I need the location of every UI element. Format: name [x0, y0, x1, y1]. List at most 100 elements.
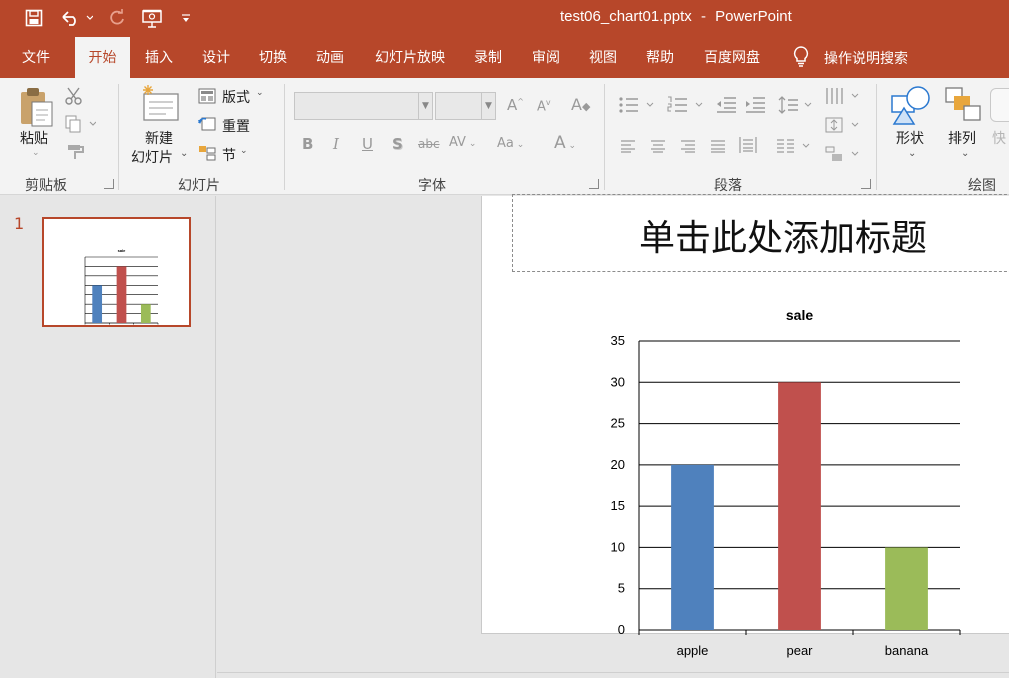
- new-slide-label-line2[interactable]: 幻灯片: [131, 147, 173, 167]
- tab-baidu-netdisk[interactable]: 百度网盘: [697, 37, 767, 78]
- paragraph-dialog-launcher-icon[interactable]: [861, 179, 871, 189]
- ribbon: 粘贴 ⌄ 剪贴板 新建 幻灯片 ⌄ 版式 ⌄ 重置 节 ⌄ 幻灯片 ▼ ▼ A^…: [0, 78, 1009, 195]
- paste-dropdown-icon[interactable]: ⌄: [32, 148, 40, 158]
- font-name-dropdown-icon[interactable]: ▼: [418, 93, 432, 119]
- bullets-icon[interactable]: [618, 96, 654, 118]
- drawing-group-label: 绘图: [968, 178, 996, 194]
- bar-banana: [140, 304, 151, 323]
- clipboard-dialog-launcher-icon[interactable]: [104, 179, 114, 189]
- layout-icon[interactable]: [198, 88, 216, 108]
- reset-button[interactable]: 重置: [222, 116, 250, 136]
- italic-icon[interactable]: I: [333, 135, 339, 153]
- distributed-icon[interactable]: [739, 136, 757, 158]
- shapes-button[interactable]: 形状: [896, 128, 924, 148]
- tab-slideshow[interactable]: 幻灯片放映: [366, 37, 454, 78]
- new-slide-dropdown-icon[interactable]: ⌄: [180, 148, 188, 159]
- customize-qat-icon[interactable]: [178, 6, 194, 30]
- align-right-icon[interactable]: [680, 138, 696, 157]
- title-bar: test06_chart01.pptx - PowerPoint: [0, 0, 1009, 37]
- align-center-icon[interactable]: [650, 138, 666, 157]
- strikethrough-icon[interactable]: abc: [418, 137, 440, 151]
- align-left-icon[interactable]: [620, 138, 636, 157]
- tab-record[interactable]: 录制: [466, 37, 510, 78]
- align-text-icon[interactable]: [824, 115, 860, 139]
- tell-me-label: 操作说明搜索: [824, 50, 908, 67]
- clear-formatting-icon[interactable]: A◆: [571, 95, 590, 114]
- y-tick-label: 25: [611, 416, 625, 431]
- section-button[interactable]: 节: [222, 145, 236, 165]
- section-dropdown-icon[interactable]: ⌄: [240, 146, 248, 156]
- arrange-dropdown-icon[interactable]: ⌄: [961, 148, 969, 159]
- font-size-combo[interactable]: ▼: [435, 92, 496, 120]
- change-case-icon[interactable]: Aa ⌄: [497, 136, 524, 151]
- arrange-button[interactable]: 排列: [948, 128, 976, 148]
- quick-styles-button[interactable]: 快: [992, 128, 1006, 148]
- increase-indent-icon[interactable]: [745, 96, 767, 118]
- line-spacing-icon[interactable]: [778, 96, 812, 118]
- font-color-icon[interactable]: A ⌄: [554, 133, 576, 153]
- tab-insert[interactable]: 插入: [137, 37, 181, 78]
- grow-font-icon[interactable]: A^: [507, 96, 524, 114]
- tab-transitions[interactable]: 切换: [251, 37, 295, 78]
- new-slide-label-line1[interactable]: 新建: [145, 128, 173, 148]
- tell-me-search[interactable]: 操作说明搜索: [792, 37, 908, 78]
- chart-title: sale: [786, 307, 813, 323]
- font-dialog-launcher-icon[interactable]: [589, 179, 599, 189]
- group-separator: [876, 84, 877, 190]
- shapes-dropdown-icon[interactable]: ⌄: [908, 148, 916, 159]
- font-name-combo[interactable]: ▼: [294, 92, 433, 120]
- slide-number: 1: [14, 214, 25, 233]
- character-spacing-icon[interactable]: AV ⌄: [449, 135, 476, 150]
- redo-icon[interactable]: [106, 6, 128, 30]
- tab-view[interactable]: 视图: [581, 37, 625, 78]
- arrange-icon[interactable]: [944, 86, 984, 130]
- reset-icon[interactable]: [198, 116, 216, 136]
- cut-icon[interactable]: [64, 86, 84, 110]
- clipboard-group-label: 剪贴板: [25, 178, 67, 194]
- numbering-icon[interactable]: [667, 96, 703, 118]
- tab-file[interactable]: 文件: [14, 37, 58, 78]
- undo-icon[interactable]: [58, 6, 94, 30]
- text-direction-icon[interactable]: [824, 86, 860, 110]
- new-slide-icon[interactable]: [140, 84, 182, 128]
- section-icon[interactable]: [198, 145, 216, 165]
- notes-splitter[interactable]: [217, 672, 1009, 678]
- paste-button[interactable]: 粘贴: [20, 128, 48, 148]
- decrease-indent-icon[interactable]: [716, 96, 738, 118]
- columns-icon[interactable]: [776, 138, 812, 158]
- layout-dropdown-icon[interactable]: ⌄: [256, 88, 264, 98]
- slide-thumbnail[interactable]: sale: [42, 217, 191, 327]
- tab-help[interactable]: 帮助: [638, 37, 682, 78]
- x-tick-label: pear: [786, 643, 813, 658]
- x-tick-label: apple: [677, 643, 709, 658]
- tab-review[interactable]: 审阅: [524, 37, 568, 78]
- font-size-dropdown-icon[interactable]: ▼: [481, 93, 495, 119]
- slide-thumbnail-pane: 1 sale: [0, 196, 216, 678]
- bar-chart[interactable]: sale 0 5 10 15 20 25 30 35 apple pear banana: [482, 196, 1009, 678]
- paste-icon[interactable]: [18, 86, 54, 130]
- title-separator: -: [700, 8, 706, 25]
- text-shadow-icon[interactable]: S: [392, 135, 403, 153]
- bar-pear: [778, 382, 821, 630]
- tab-animations[interactable]: 动画: [308, 37, 352, 78]
- y-tick-label: 30: [611, 374, 625, 389]
- layout-button[interactable]: 版式: [222, 87, 250, 107]
- tab-design[interactable]: 设计: [194, 37, 238, 78]
- convert-to-smartart-icon[interactable]: [824, 144, 860, 168]
- bar-banana: [885, 547, 928, 630]
- bold-icon[interactable]: B: [302, 135, 313, 153]
- copy-icon[interactable]: [64, 114, 97, 138]
- slide-canvas[interactable]: 单击此处添加标题 sale 0 5 10 15 20 25 30 35 apple pear bana…: [481, 194, 1009, 658]
- start-from-beginning-icon[interactable]: [140, 6, 164, 30]
- slides-group-label: 幻灯片: [178, 178, 220, 194]
- format-painter-icon[interactable]: [66, 142, 86, 166]
- y-tick-label: 10: [611, 539, 625, 554]
- shrink-font-icon[interactable]: Av: [537, 98, 551, 114]
- tab-home[interactable]: 开始: [75, 37, 130, 78]
- justify-icon[interactable]: [710, 138, 726, 157]
- bar-pear: [116, 266, 127, 323]
- shapes-icon[interactable]: [890, 84, 932, 130]
- save-icon[interactable]: [22, 6, 46, 30]
- quick-styles-icon[interactable]: [990, 88, 1009, 122]
- underline-icon[interactable]: U: [362, 135, 373, 153]
